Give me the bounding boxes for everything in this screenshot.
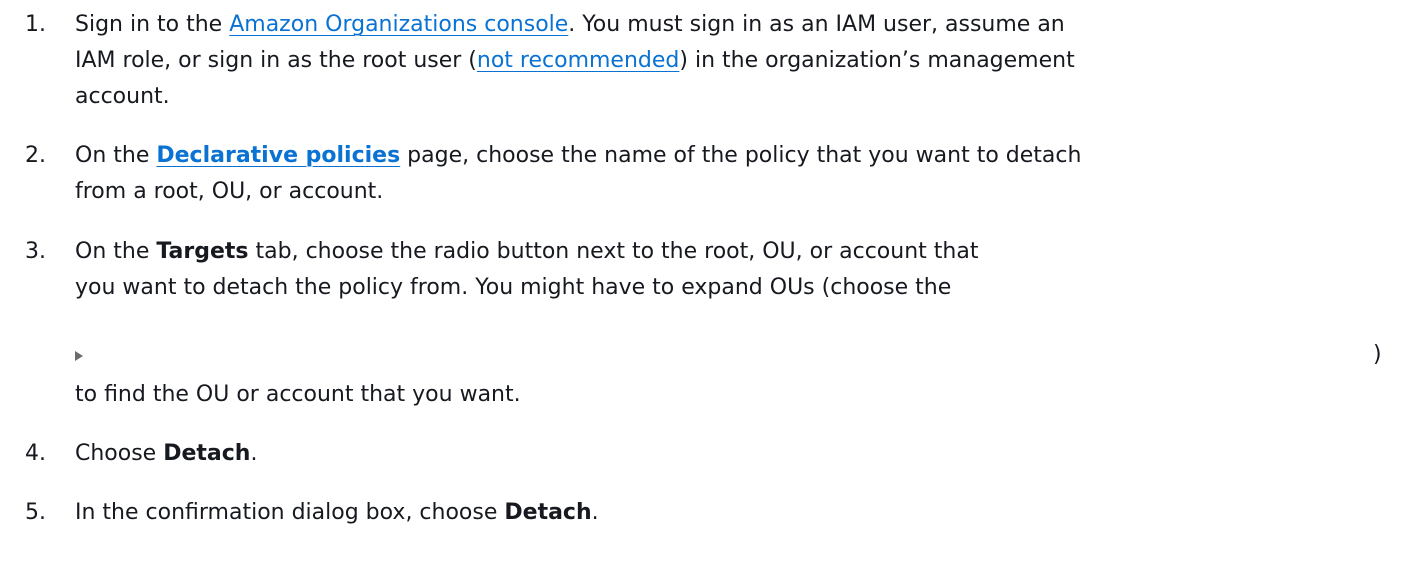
step-number: 4. bbox=[25, 441, 46, 466]
step-number: 3. bbox=[25, 239, 46, 264]
step-5-line-1: In the confirmation dialog box, choose D… bbox=[75, 500, 599, 525]
step-number: 5. bbox=[25, 500, 46, 525]
declarative-policies-link[interactable]: Declarative policies bbox=[156, 143, 400, 168]
targets-tab-label: Targets bbox=[156, 239, 249, 264]
step-4-line-1: Choose Detach. bbox=[75, 441, 258, 466]
detach-label: Detach bbox=[163, 441, 251, 466]
expand-triangle-icon bbox=[75, 351, 83, 361]
step-1-line-3: account. bbox=[75, 84, 170, 109]
step-2-line-1: On the Declarative policies page, choose… bbox=[75, 143, 1082, 168]
not-recommended-link[interactable]: not recommended bbox=[477, 48, 679, 73]
closing-parenthesis: ) bbox=[1373, 342, 1382, 367]
step-1-line-2: IAM role, or sign in as the root user (n… bbox=[75, 48, 1075, 73]
step-number: 1. bbox=[25, 12, 46, 37]
detach-confirm-label: Detach bbox=[504, 500, 592, 525]
step-number: 2. bbox=[25, 143, 46, 168]
step-3-line-4: to find the OU or account that you want. bbox=[75, 382, 521, 407]
step-2-line-2: from a root, OU, or account. bbox=[75, 179, 384, 204]
step-3-line-2: you want to detach the policy from. You … bbox=[75, 275, 952, 300]
step-1-line-1: Sign in to the Amazon Organizations cons… bbox=[75, 12, 1065, 37]
step-3-line-1: On the Targets tab, choose the radio but… bbox=[75, 239, 979, 264]
organizations-console-link[interactable]: Amazon Organizations console bbox=[229, 12, 568, 37]
